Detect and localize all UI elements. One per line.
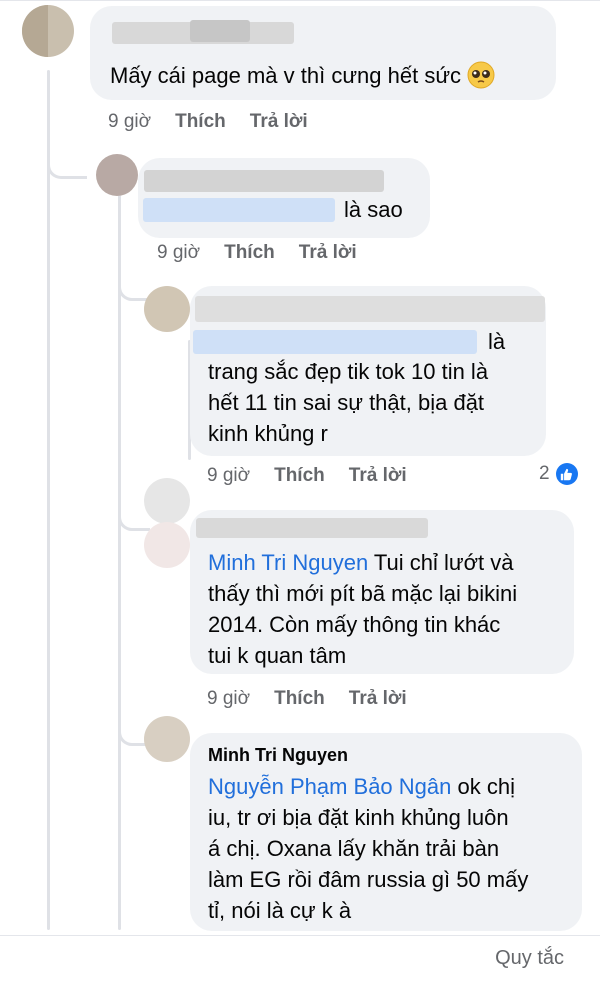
comment-text-line: Minh Tri Nguyen Tui chỉ lướt và xyxy=(208,550,514,575)
timestamp[interactable]: 9 giờ xyxy=(207,688,250,709)
rules-link[interactable]: Quy tắc xyxy=(495,947,564,970)
timestamp[interactable]: 9 giờ xyxy=(108,111,151,132)
thread-elbow xyxy=(47,135,87,179)
author-name-redacted xyxy=(143,198,335,222)
author-name-redacted xyxy=(144,170,384,192)
author-name-redacted xyxy=(195,296,545,322)
avatar[interactable] xyxy=(144,478,190,524)
like-button[interactable]: Thích xyxy=(274,465,325,486)
reply-button[interactable]: Trả lời xyxy=(250,111,308,132)
comment-text-line: thấy thì mới pít bã mặc lại bikini xyxy=(208,581,518,606)
footer-divider xyxy=(0,935,600,936)
comment-text-line: kinh khủng r xyxy=(208,421,328,446)
comment-text-line: tui k quan tâm xyxy=(208,643,347,668)
comment-text-line: Nguyễn Phạm Bảo Ngân ok chị xyxy=(208,774,515,799)
comment-text-line: làm EG rồi đâm russia gì 50 mấy xyxy=(208,867,529,892)
mention-link[interactable]: Minh Tri Nguyen xyxy=(208,550,368,575)
comment-text: là sao xyxy=(344,197,403,222)
comment-bubble: là sao xyxy=(138,158,430,238)
comment-text-line: iu, tr ơi bịa đặt kinh khủng luôn xyxy=(208,805,509,830)
comment-bubble: Minh Tri Nguyen Nguyễn Phạm Bảo Ngân ok … xyxy=(190,733,582,931)
author-name-redacted xyxy=(193,330,477,354)
thread-line-main xyxy=(47,70,50,930)
thread-elbow xyxy=(118,265,150,301)
like-button[interactable]: Thích xyxy=(224,242,275,263)
comment-text-line: hết 11 tin sai sự thật, bịa đặt xyxy=(208,390,485,415)
author-name-redacted xyxy=(196,518,428,538)
comment-text-line: trang sắc đẹp tik tok 10 tin là xyxy=(208,359,489,384)
pleading-face-icon xyxy=(467,61,495,89)
comment-actions: 9 giờ Thích Trả lời xyxy=(157,242,381,264)
author-name[interactable]: Minh Tri Nguyen xyxy=(208,745,348,766)
reply-button[interactable]: Trả lời xyxy=(349,688,407,709)
reply-button[interactable]: Trả lời xyxy=(299,242,357,263)
comment-actions: 9 giờ Thích Trả lời xyxy=(207,465,431,487)
like-button[interactable]: Thích xyxy=(274,688,325,709)
avatar[interactable] xyxy=(144,286,190,332)
avatar[interactable] xyxy=(96,154,138,196)
thread-line-sub xyxy=(118,195,121,930)
reply-button[interactable]: Trả lời xyxy=(349,465,407,486)
avatar[interactable] xyxy=(22,5,74,57)
avatar xyxy=(144,522,190,568)
top-divider xyxy=(0,0,600,1)
comment-bubble: là trang sắc đẹp tik tok 10 tin là hết 1… xyxy=(190,286,546,456)
comment-text-line: là xyxy=(488,329,506,354)
comment-text-line: á chị. Oxana lấy khăn trải bàn xyxy=(208,836,500,861)
avatar[interactable] xyxy=(144,716,190,762)
author-name-redacted xyxy=(190,20,250,42)
comment-bubble: Mấy cái page mà v thì cưng hết sức xyxy=(90,6,556,100)
mention-link[interactable]: Nguyễn Phạm Bảo Ngân xyxy=(208,774,451,799)
comment-text: Mấy cái page mà v thì cưng hết sức xyxy=(110,60,495,91)
comment-text-line: 2014. Còn mấy thông tin khác xyxy=(208,612,501,637)
like-button[interactable]: Thích xyxy=(175,111,226,132)
reaction-count: 2 xyxy=(539,463,550,484)
comment-actions: 9 giờ Thích Trả lời xyxy=(207,688,431,710)
comment-bubble: Minh Tri Nguyen Tui chỉ lướt và thấy thì… xyxy=(190,510,574,674)
reaction-summary[interactable]: 2 xyxy=(539,463,578,485)
timestamp[interactable]: 9 giờ xyxy=(157,242,200,263)
timestamp[interactable]: 9 giờ xyxy=(207,465,250,486)
thumbs-up-icon xyxy=(555,463,578,485)
comment-text-line: tỉ, nói là cự k à xyxy=(208,898,352,923)
comment-actions: 9 giờ Thích Trả lời xyxy=(108,111,332,133)
